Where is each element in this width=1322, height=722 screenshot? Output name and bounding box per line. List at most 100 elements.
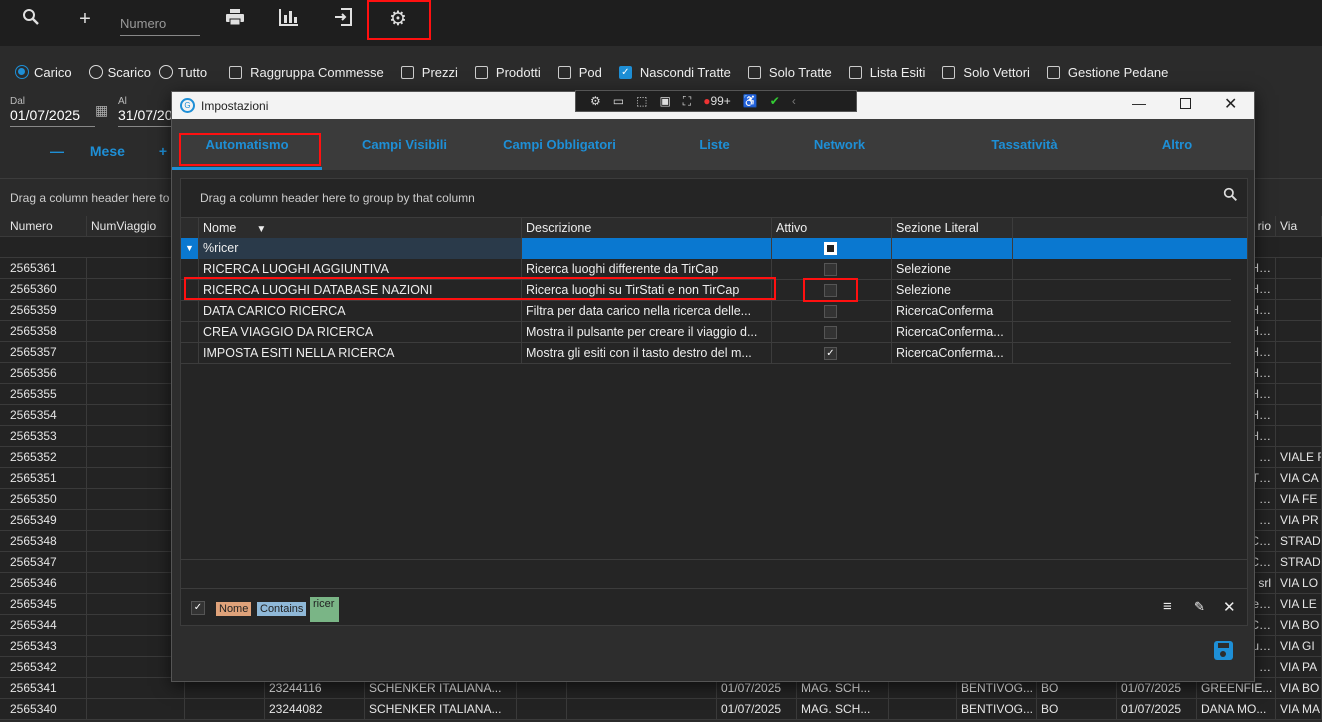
- cell-via: [1276, 342, 1322, 363]
- minimize-icon[interactable]: —: [1132, 95, 1146, 111]
- group-panel-hint: Drag a column header here to group by th…: [200, 191, 475, 205]
- checkbox-checked[interactable]: ✓: [824, 347, 837, 360]
- date-to-label: Al: [118, 96, 127, 107]
- cell-via: VIA PA: [1276, 657, 1322, 678]
- check-gestione-pedane[interactable]: Gestione Pedane: [1046, 65, 1168, 80]
- logout-icon[interactable]: [328, 8, 358, 30]
- close-icon[interactable]: ✕: [1224, 94, 1237, 114]
- radio-tutto[interactable]: Tutto: [158, 65, 207, 80]
- filter-icon[interactable]: ▼: [256, 224, 266, 235]
- tab-altro[interactable]: Altro: [1097, 119, 1257, 170]
- checkbox-icon: [942, 65, 956, 79]
- checkbox-icon: [229, 65, 243, 79]
- settings-row[interactable]: CREA VIAGGIO DA RICERCA Mostra il pulsan…: [181, 322, 1231, 343]
- cell-numviaggio: [87, 405, 177, 426]
- cell-empty: [185, 699, 265, 720]
- filter-input-attivo[interactable]: [772, 238, 892, 259]
- period-next-button[interactable]: +: [159, 143, 167, 159]
- edit-icon[interactable]: ✎: [1194, 599, 1205, 615]
- radio-icon: [158, 65, 173, 79]
- filter-field[interactable]: Nome: [216, 602, 252, 616]
- checkbox[interactable]: [824, 305, 837, 318]
- cell-attivo: ✓: [772, 343, 892, 364]
- check-solo-vettori[interactable]: Solo Vettori: [942, 65, 1030, 80]
- column-header-attivo[interactable]: Attivo: [772, 218, 892, 239]
- check-icon[interactable]: ✔: [770, 94, 780, 108]
- column-header-descrizione[interactable]: Descrizione: [522, 218, 772, 239]
- app-logo-icon: G: [180, 98, 195, 113]
- calendar-icon[interactable]: ▦: [95, 102, 108, 119]
- row-indicator: [181, 322, 199, 343]
- check-label: Pod: [578, 64, 602, 80]
- cell-attivo: [772, 301, 892, 322]
- numero-input[interactable]: Numero: [120, 14, 200, 36]
- check-pod[interactable]: Pod: [557, 64, 602, 80]
- clear-filter-icon[interactable]: ✕: [1223, 598, 1236, 616]
- cell-prov: BO: [1037, 699, 1117, 720]
- save-icon[interactable]: [1214, 641, 1233, 660]
- screen-select-icon[interactable]: ⛶: [683, 94, 691, 109]
- cell-numviaggio: [87, 531, 177, 552]
- cell-sezione: RicercaConferma...: [892, 322, 1013, 343]
- cell-numero: 2565347: [0, 552, 87, 573]
- inspect-icon[interactable]: ⚙: [590, 94, 601, 108]
- check-nascondi-tratte[interactable]: ✓ Nascondi Tratte: [618, 65, 731, 80]
- collapse-icon[interactable]: ‹: [792, 94, 796, 108]
- floating-toolbar: ⚙ ▭ ⬚ ▣ ⛶ ●99+ ♿ ✔ ‹: [575, 90, 857, 112]
- period-prev-button[interactable]: —: [50, 143, 64, 159]
- filter-input-sezione[interactable]: [892, 238, 1013, 259]
- check-solo-tratte[interactable]: Solo Tratte: [747, 65, 832, 80]
- column-header-via[interactable]: Via: [1276, 216, 1322, 237]
- settings-row[interactable]: IMPOSTA ESITI NELLA RICERCA Mostra gli e…: [181, 343, 1231, 364]
- cell-numero: 2565346: [0, 573, 87, 594]
- filter-input-descrizione[interactable]: [522, 238, 772, 259]
- check-raggruppa-commesse[interactable]: Raggruppa Commesse: [229, 65, 384, 80]
- filter-row[interactable]: ▼ %ricer: [181, 238, 1247, 259]
- plus-icon[interactable]: +: [70, 8, 100, 30]
- settings-row[interactable]: DATA CARICO RICERCA Filtra per data cari…: [181, 301, 1231, 322]
- frame-icon[interactable]: ▣: [659, 94, 670, 108]
- column-header-numero[interactable]: Numero: [0, 216, 87, 237]
- filter-enabled-checkbox[interactable]: ✓: [191, 601, 205, 615]
- accessibility-icon[interactable]: ♿: [743, 94, 758, 108]
- maximize-icon[interactable]: [1180, 98, 1191, 109]
- cell-numero: 2565358: [0, 321, 87, 342]
- radio-scarico[interactable]: Scarico: [88, 65, 151, 80]
- column-header-sezione[interactable]: Sezione Literal: [892, 218, 1013, 239]
- cell-numero: 2565360: [0, 279, 87, 300]
- cell-numero: 2565354: [0, 405, 87, 426]
- errors-badge[interactable]: ●99+: [703, 94, 731, 108]
- chart-icon[interactable]: [274, 8, 304, 30]
- tab-campi-visibili[interactable]: Campi Visibili: [322, 119, 487, 170]
- search-icon[interactable]: [16, 8, 46, 30]
- filter-editor-icon[interactable]: ≡: [1163, 598, 1172, 615]
- cell-via: [1276, 363, 1322, 384]
- filter-operator[interactable]: Contains: [257, 602, 307, 616]
- select-element-icon[interactable]: ⬚: [636, 94, 647, 108]
- column-header-numviaggio[interactable]: NumViaggio: [87, 216, 177, 237]
- tab-tassativit-[interactable]: Tassatività: [937, 119, 1112, 170]
- camera-icon[interactable]: ▭: [613, 94, 624, 108]
- cell-numviaggio: [87, 552, 177, 573]
- printer-icon[interactable]: [220, 8, 250, 30]
- radio-carico[interactable]: Carico: [15, 65, 72, 80]
- check-prezzi[interactable]: Prezzi: [400, 65, 458, 80]
- checkbox[interactable]: [824, 263, 837, 276]
- filter-value[interactable]: ricer: [310, 597, 339, 622]
- column-header-nome[interactable]: Nome ▼: [199, 218, 522, 239]
- cell-numero: 2565342: [0, 657, 87, 678]
- check-lista-esiti[interactable]: Lista Esiti: [848, 65, 925, 80]
- date-from-field[interactable]: Dal 01/07/2025: [10, 96, 95, 127]
- filter-panel: ✓ Nome Contains ricer ≡ ✎ ✕: [181, 588, 1247, 626]
- checkbox[interactable]: [824, 326, 837, 339]
- search-icon[interactable]: [1223, 187, 1238, 207]
- cell-data: 01/07/2025: [717, 699, 797, 720]
- table-row[interactable]: 2565340 23244082 SCHENKER ITALIANA... 01/07…: [0, 699, 1322, 720]
- filter-input-nome[interactable]: %ricer: [199, 238, 522, 259]
- check-prodotti[interactable]: Prodotti: [474, 65, 541, 80]
- cell-via: VIA FE: [1276, 489, 1322, 510]
- tab-campi-obbligatori[interactable]: Campi Obbligatori: [472, 119, 647, 170]
- tab-network[interactable]: Network: [757, 119, 922, 170]
- date-to-field[interactable]: Al 31/07/2025: [118, 96, 178, 127]
- cell-empty: [87, 699, 185, 720]
